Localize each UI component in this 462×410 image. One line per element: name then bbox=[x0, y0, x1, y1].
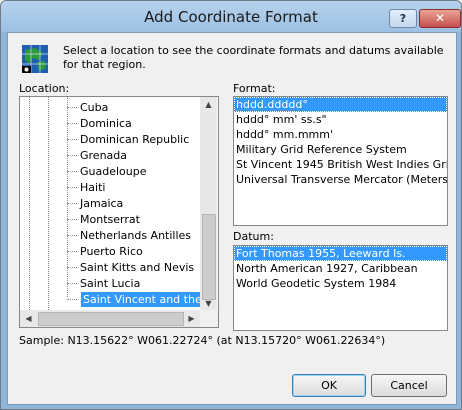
format-list-item[interactable]: hddd.ddddd° bbox=[234, 97, 447, 112]
format-list[interactable]: hddd.ddddd° hddd° mm' ss.s" hddd° mm.mmm' M… bbox=[233, 96, 448, 226]
location-label: Location: bbox=[19, 82, 70, 95]
location-tree-item[interactable]: Haiti bbox=[80, 180, 105, 195]
tree-connector bbox=[67, 155, 77, 156]
location-tree-item[interactable]: Saint Vincent and the G bbox=[81, 292, 200, 307]
location-tree[interactable]: Cuba Dominica Dominican Republic Grenada Gua… bbox=[19, 96, 219, 328]
close-button[interactable]: ✕ bbox=[419, 9, 461, 28]
tree-connector bbox=[67, 267, 77, 268]
scrollbar-corner bbox=[200, 310, 218, 327]
instruction-text: Select a location to see the coordinate … bbox=[63, 44, 444, 71]
format-list-item[interactable]: Military Grid Reference System bbox=[234, 142, 447, 157]
tree-connector bbox=[67, 203, 77, 204]
dialog-window: Add Coordinate Format ? ✕ Select a locat… bbox=[0, 0, 462, 410]
tree-connector bbox=[67, 251, 77, 252]
location-tree-item[interactable]: Saint Kitts and Nevis bbox=[80, 260, 194, 275]
scroll-left-icon[interactable]: ◀ bbox=[20, 314, 37, 323]
datum-list-item[interactable]: Fort Thomas 1955, Leeward Is. bbox=[234, 246, 447, 261]
location-tree-item[interactable]: Grenada bbox=[80, 148, 127, 163]
ok-button[interactable]: OK bbox=[292, 374, 366, 397]
scroll-thumb[interactable] bbox=[202, 214, 216, 300]
tree-connector bbox=[67, 235, 77, 236]
tree-connector bbox=[67, 123, 77, 124]
format-label: Format: bbox=[233, 82, 276, 95]
scroll-right-icon[interactable]: ▶ bbox=[183, 314, 200, 323]
tree-line bbox=[29, 97, 30, 310]
scroll-thumb[interactable] bbox=[38, 312, 184, 326]
tree-connector bbox=[67, 107, 77, 108]
location-tree-item[interactable]: Montserrat bbox=[80, 212, 140, 227]
dialog-body: Select a location to see the coordinate … bbox=[7, 32, 457, 405]
location-horizontal-scrollbar[interactable]: ◀ ▶ bbox=[20, 310, 200, 327]
datum-list-item[interactable]: World Geodetic System 1984 bbox=[234, 276, 447, 291]
location-tree-item[interactable]: Guadeloupe bbox=[80, 164, 147, 179]
sample-text: Sample: N13.15622° W061.22724° (at N13.1… bbox=[19, 334, 386, 347]
location-tree-items: Cuba Dominica Dominican Republic Grenada Gua… bbox=[20, 97, 200, 310]
scroll-up-icon[interactable]: ▲ bbox=[200, 100, 217, 109]
format-list-item[interactable]: hddd° mm' ss.s" bbox=[234, 112, 447, 127]
location-tree-item[interactable]: Netherlands Antilles bbox=[80, 228, 191, 243]
tree-connector bbox=[67, 219, 77, 220]
location-tree-item[interactable]: Saint Lucia bbox=[80, 276, 140, 291]
location-tree-item[interactable]: Dominica bbox=[80, 116, 132, 131]
location-tree-item[interactable]: Cuba bbox=[80, 100, 108, 115]
datum-list[interactable]: Fort Thomas 1955, Leeward Is. North Ameri… bbox=[233, 245, 448, 331]
help-button[interactable]: ? bbox=[389, 9, 417, 28]
tree-connector bbox=[67, 139, 77, 140]
location-tree-item[interactable]: Dominican Republic bbox=[80, 132, 189, 147]
format-list-item[interactable]: St Vincent 1945 British West Indies Grid bbox=[234, 157, 447, 172]
datum-list-item[interactable]: North American 1927, Caribbean bbox=[234, 261, 447, 276]
tree-connector bbox=[67, 171, 77, 172]
format-list-item[interactable]: hddd° mm.mmm' bbox=[234, 127, 447, 142]
cancel-button[interactable]: Cancel bbox=[371, 374, 447, 397]
title-bar[interactable]: Add Coordinate Format ? ✕ bbox=[1, 1, 461, 32]
tree-connector bbox=[67, 187, 77, 188]
scroll-down-icon[interactable]: ▼ bbox=[200, 299, 217, 308]
format-list-item[interactable]: Universal Transverse Mercator (Meters) bbox=[234, 172, 447, 187]
location-vertical-scrollbar[interactable]: ▲ ▼ bbox=[200, 97, 217, 310]
location-tree-item[interactable]: Puerto Rico bbox=[80, 244, 143, 259]
datum-label: Datum: bbox=[233, 230, 274, 243]
globe-grid-icon bbox=[22, 45, 48, 73]
tree-line bbox=[48, 97, 49, 310]
location-tree-item[interactable]: Jamaica bbox=[80, 196, 123, 211]
tree-connector bbox=[67, 283, 77, 284]
tree-connector bbox=[67, 299, 77, 300]
